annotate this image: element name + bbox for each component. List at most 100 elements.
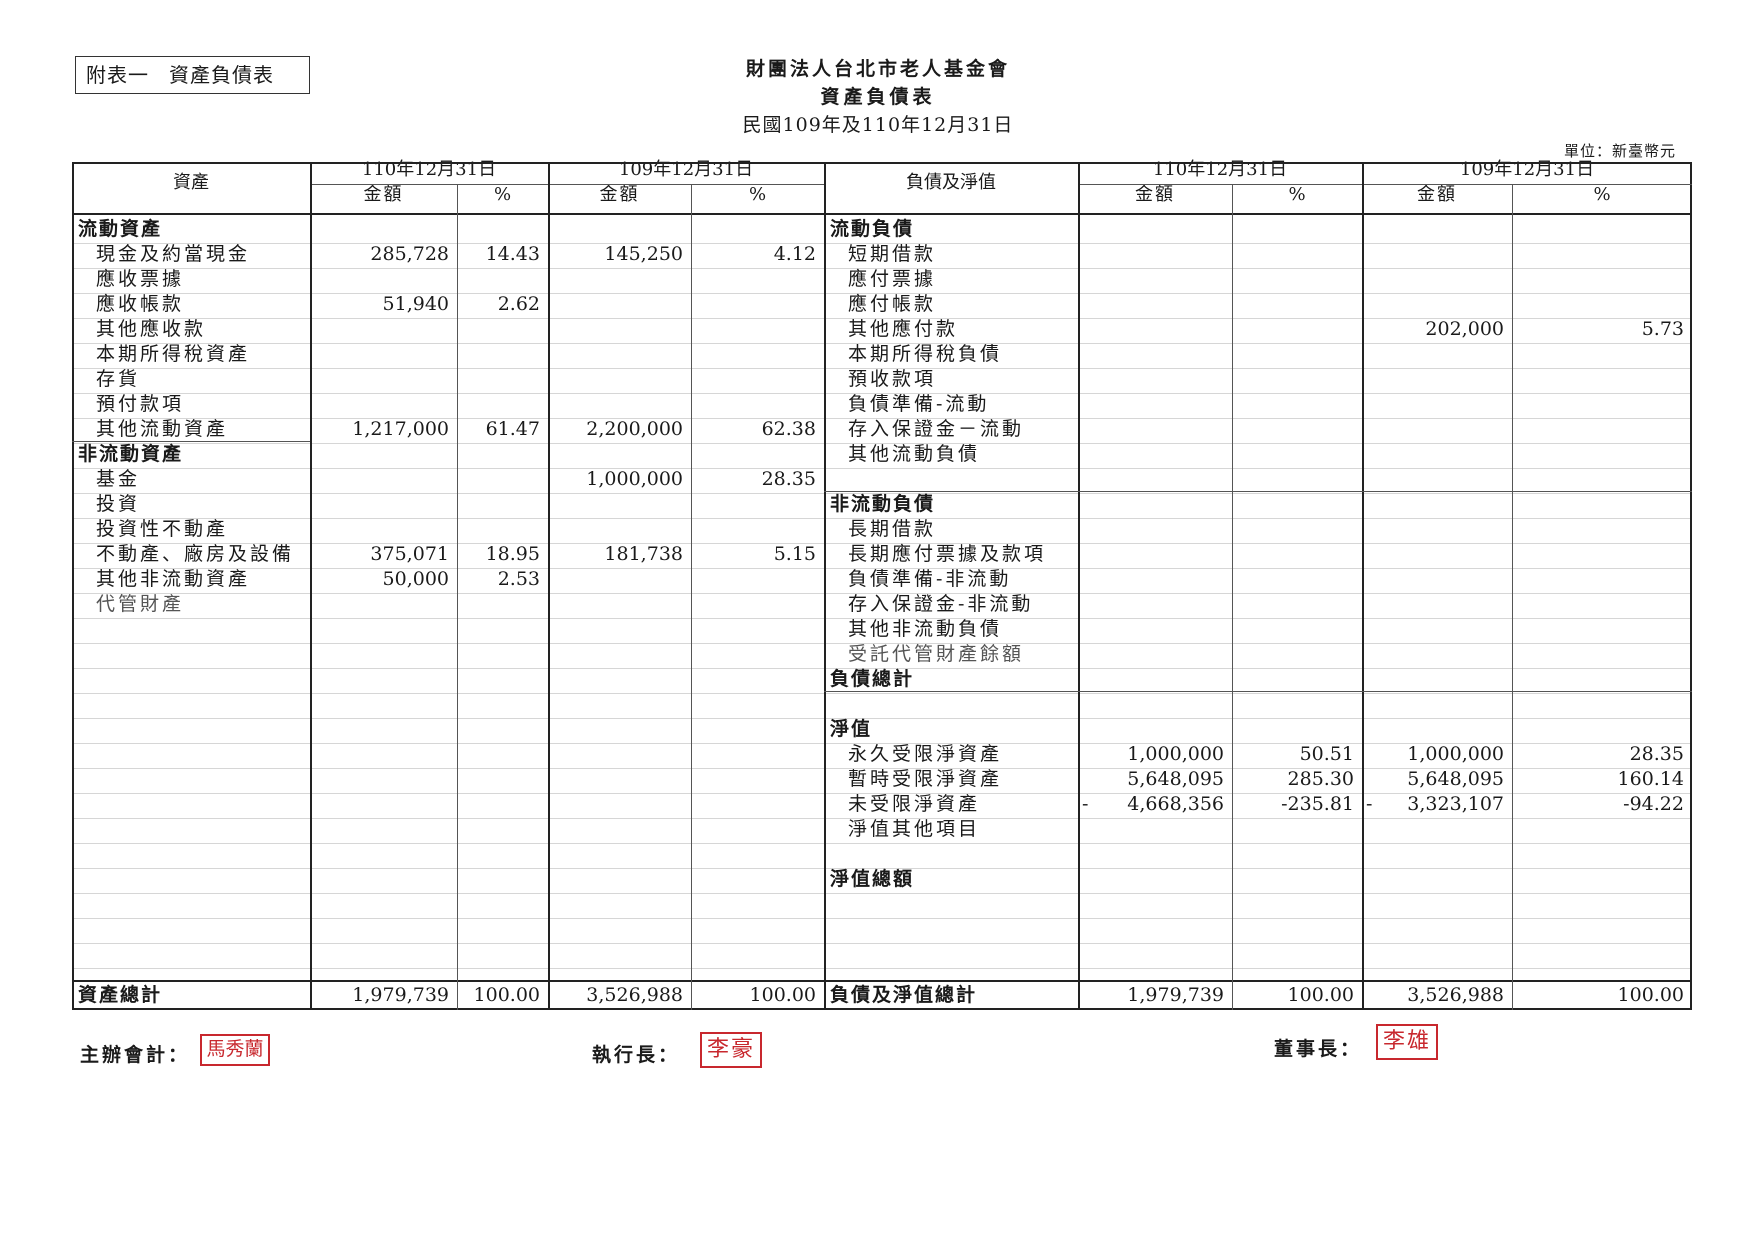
- assets-total-amount: 1,979,739: [352, 984, 449, 1006]
- amount-header: 金額: [363, 184, 404, 205]
- section-divider: [824, 691, 1692, 692]
- amount-cell: 1,000,000: [1127, 743, 1224, 765]
- table-left-border: [72, 162, 74, 1010]
- row-guide: [72, 468, 1692, 469]
- accountant-seal: 馬秀蘭: [200, 1034, 270, 1066]
- column-divider: [1512, 184, 1513, 1010]
- liability-row-label: 負債準備-非流動: [848, 568, 1012, 590]
- amount-cell: 1,000,000: [1407, 743, 1504, 765]
- asset-row-label: 流動資產: [78, 218, 163, 240]
- asset-row-label: 現金及約當現金: [96, 243, 251, 265]
- liability-row-label: 預收款項: [848, 368, 937, 390]
- negative-marker: -: [1366, 793, 1373, 815]
- year-header-divider: [1078, 184, 1692, 185]
- liability-row-label: 非流動負債: [830, 493, 936, 515]
- header-bottom-border: [72, 213, 1692, 215]
- liability-row-label: 應付票據: [848, 268, 937, 290]
- liability-row-label: 負債準備-流動: [848, 393, 990, 415]
- percent-cell: 61.47: [485, 418, 540, 440]
- row-guide: [72, 943, 1692, 944]
- percent-header: %: [748, 184, 767, 205]
- assets-total-percent: 100.00: [749, 984, 816, 1006]
- liab-total-percent: 100.00: [1287, 984, 1354, 1006]
- liability-row-label: 永久受限淨資產: [848, 743, 1003, 765]
- amount-cell: 285,728: [370, 243, 449, 265]
- asset-row-label: 應收帳款: [96, 293, 185, 315]
- amount-cell: 4,668,356: [1127, 793, 1224, 815]
- assets-column-header: 資產: [173, 172, 209, 193]
- liab-total-label: 負債及淨值總計: [830, 984, 978, 1006]
- liability-row-label: 未受限淨資產: [848, 793, 981, 815]
- year-header-divider: [310, 184, 824, 185]
- amount-cell: 375,071: [370, 543, 449, 565]
- liability-row-label: 淨值總額: [830, 868, 915, 890]
- asset-row-label: 其他非流動資產: [96, 568, 251, 590]
- ceo-signature-label: 執行長：: [592, 1044, 681, 1066]
- table-bottom-border: [72, 1008, 1692, 1010]
- amount-cell: 5,648,095: [1407, 768, 1504, 790]
- chair-signature-label: 董事長：: [1274, 1038, 1363, 1060]
- row-guide: [72, 918, 1692, 919]
- liability-row-label: 淨值: [830, 718, 873, 740]
- percent-cell: 28.35: [1629, 743, 1684, 765]
- ceo-seal: 李豪: [700, 1032, 762, 1068]
- percent-header: %: [493, 184, 512, 205]
- liability-row-label: 流動負債: [830, 218, 915, 240]
- liability-row-label: 長期借款: [848, 518, 937, 540]
- asset-row-label: 本期所得稅資產: [96, 343, 251, 365]
- liab-total-amount: 3,526,988: [1407, 984, 1504, 1006]
- table-right-border: [1690, 162, 1692, 1010]
- liability-row-label: 受託代管財產餘額: [848, 643, 1025, 665]
- percent-cell: -235.81: [1281, 793, 1354, 815]
- asset-row-label: 應收票據: [96, 268, 185, 290]
- amount-cell: 3,323,107: [1407, 793, 1504, 815]
- liability-row-label: 本期所得稅負債: [848, 343, 1003, 365]
- percent-cell: 50.51: [1299, 743, 1354, 765]
- totals-top-border: [72, 980, 1692, 982]
- amount-header: 金額: [1135, 184, 1175, 205]
- negative-marker: -: [1082, 793, 1089, 815]
- liability-row-label: 存入保證金-非流動: [848, 593, 1034, 615]
- liab-total-amount: 1,979,739: [1127, 984, 1224, 1006]
- percent-cell: 285.30: [1287, 768, 1354, 790]
- asset-row-label: 存貨: [96, 368, 141, 390]
- assets-total-amount: 3,526,988: [586, 984, 683, 1006]
- organization-name: 財團法人台北市老人基金會: [745, 58, 1010, 80]
- percent-header: %: [1593, 184, 1611, 205]
- amount-header: 金額: [599, 184, 640, 205]
- amount-cell: 51,940: [382, 293, 449, 315]
- liab-total-percent: 100.00: [1617, 984, 1684, 1006]
- column-divider: [691, 184, 692, 1010]
- liability-row-label: 其他非流動負債: [848, 618, 1003, 640]
- percent-cell: 2.53: [497, 568, 540, 590]
- amount-cell: 181,738: [604, 543, 683, 565]
- amount-cell: 5,648,095: [1127, 768, 1224, 790]
- liabilities-column-header: 負債及淨值: [906, 172, 996, 193]
- column-divider: [548, 162, 550, 1010]
- amount-cell: 50,000: [382, 568, 449, 590]
- percent-cell: 18.95: [485, 543, 540, 565]
- amount-cell: 1,000,000: [586, 468, 683, 490]
- asset-row-label: 基金: [96, 468, 141, 490]
- liability-row-label: 長期應付票據及款項: [848, 543, 1047, 565]
- row-guide: [72, 893, 1692, 894]
- column-divider: [1078, 162, 1080, 1010]
- percent-cell: 2.62: [497, 293, 540, 315]
- liability-row-label: 暫時受限淨資產: [848, 768, 1003, 790]
- asset-row-label: 其他應收款: [96, 318, 207, 340]
- currency-unit: 單位：新臺幣元: [1563, 142, 1676, 160]
- liability-row-label: 其他流動負債: [848, 443, 981, 465]
- liability-row-label: 存入保證金－流動: [848, 418, 1025, 440]
- column-divider: [1232, 184, 1233, 1010]
- assets-total-label: 資產總計: [78, 984, 163, 1006]
- percent-cell: -94.22: [1623, 793, 1684, 815]
- amount-cell: 145,250: [604, 243, 683, 265]
- percent-cell: 14.43: [485, 243, 540, 265]
- liability-row-label: 負債總計: [830, 668, 915, 690]
- section-divider: [824, 491, 1692, 492]
- row-guide: [72, 968, 1692, 969]
- amount-header: 金額: [1417, 184, 1457, 205]
- accountant-signature-label: 主辦會計：: [80, 1044, 191, 1066]
- asset-row-label: 代管財產: [96, 593, 185, 615]
- asset-row-label: 其他流動資產: [96, 418, 229, 440]
